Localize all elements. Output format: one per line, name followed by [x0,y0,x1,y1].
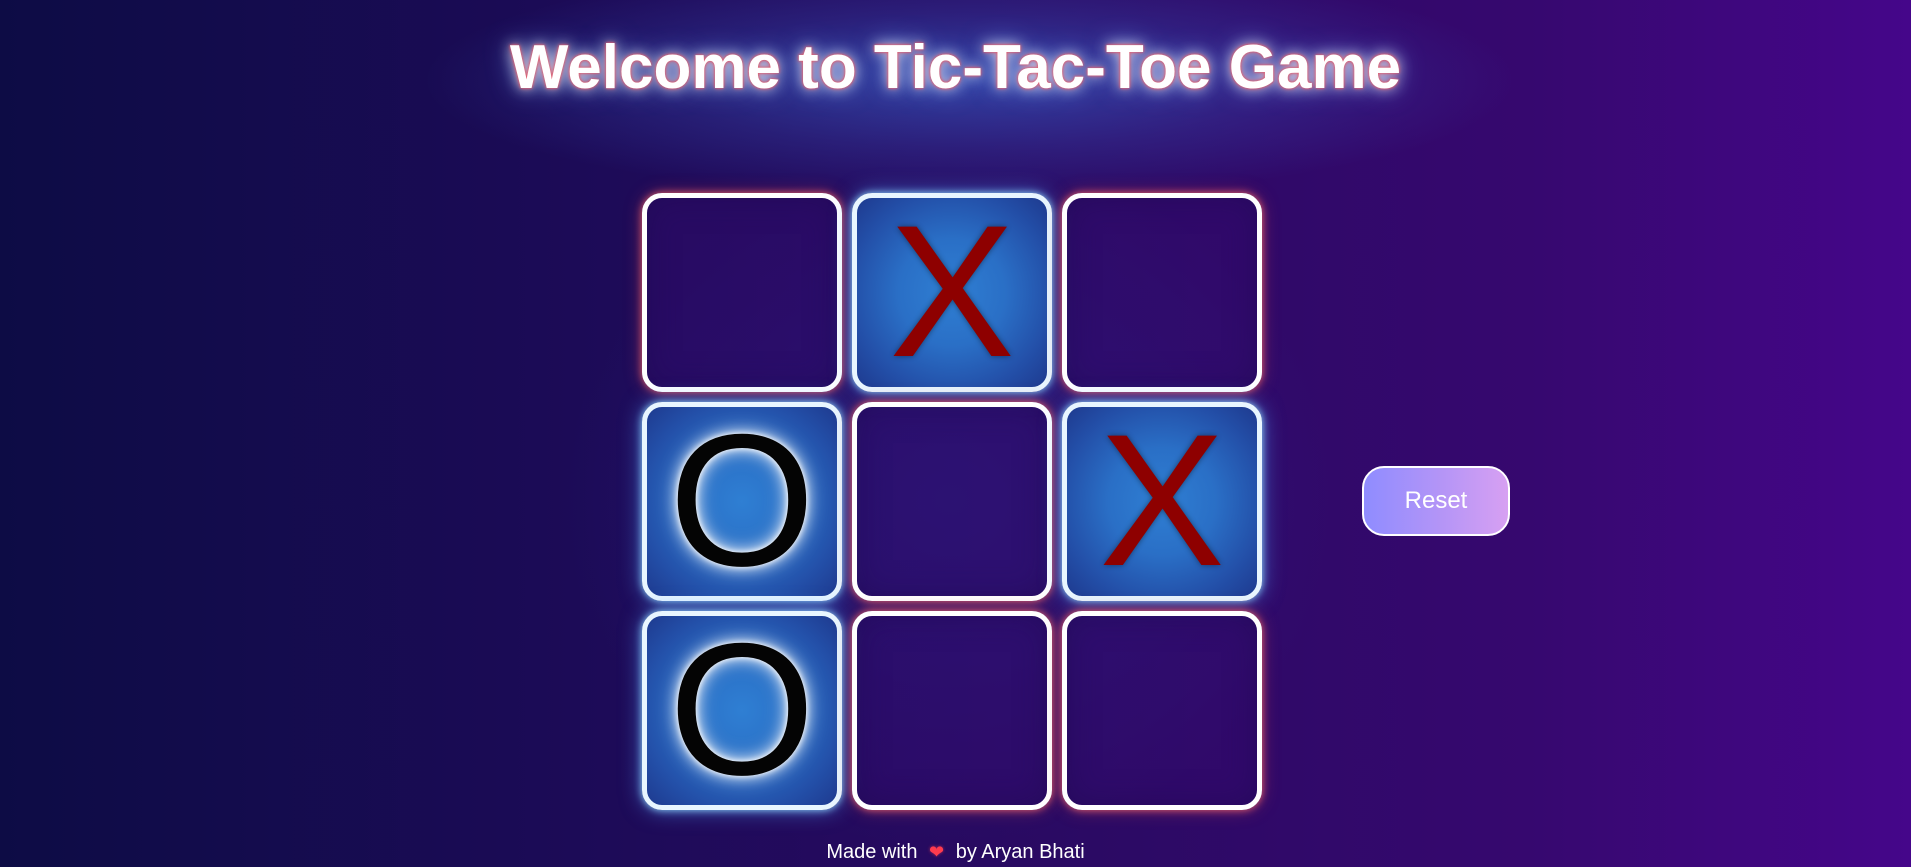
page-title: Welcome to Tic-Tac-Toe Game [509,33,1402,102]
board-cell-7[interactable]: O [642,611,842,810]
board-cell-3[interactable] [1062,193,1262,392]
footer-author: by Aryan Bhati [955,841,1085,863]
footer: Made with ❤ by Aryan Bhati [0,841,1911,864]
board-cell-5[interactable] [852,402,1052,601]
footer-prefix: Made with [826,841,918,863]
cell-mark: X [889,185,1015,396]
game-board: X O X O [642,193,1262,810]
cell-mark: X [1099,394,1225,605]
cell-mark: O [668,394,816,605]
board-cell-6[interactable]: X [1062,402,1262,601]
board-cell-4[interactable]: O [642,402,842,601]
heart-icon: ❤ [929,842,945,862]
board-cell-9[interactable] [1062,611,1262,810]
cell-mark: O [668,603,816,814]
board-cell-1[interactable] [642,193,842,392]
board-cell-2[interactable]: X [852,193,1052,392]
board-cell-8[interactable] [852,611,1052,810]
reset-button[interactable]: Reset [1362,466,1510,536]
